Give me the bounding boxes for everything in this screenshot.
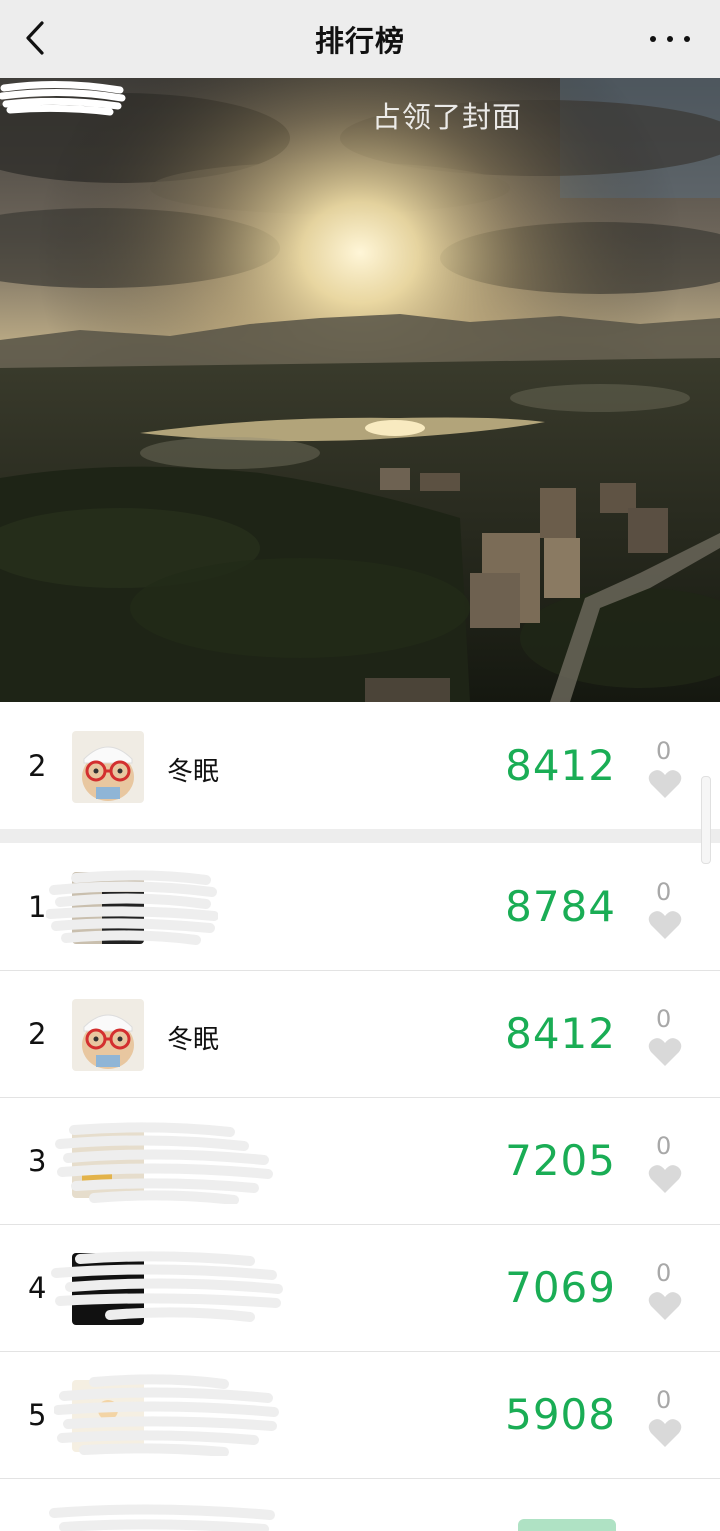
step-count: 7069 <box>505 1263 616 1312</box>
rank-number: 2 <box>28 1017 47 1051</box>
back-button[interactable] <box>22 20 52 56</box>
step-count-partial <box>518 1519 616 1531</box>
ranking-row-1[interactable]: 1 8784 0 <box>0 844 720 971</box>
like-count: 0 <box>656 878 672 906</box>
hamster-avatar-image <box>72 999 144 1071</box>
cover-caption: 占领了封面 <box>372 100 523 134</box>
like-count: 0 <box>656 737 672 765</box>
ranking-row-5[interactable]: 5 5908 0 <box>0 1352 720 1479</box>
redacted-scribble <box>49 1504 275 1531</box>
redacted-scribble <box>46 870 218 945</box>
section-separator <box>0 829 720 843</box>
sunset-landscape-image <box>0 78 720 702</box>
like-count: 0 <box>656 1386 672 1414</box>
rank-number: 1 <box>28 890 47 924</box>
scrollbar[interactable] <box>701 776 711 864</box>
redacted-scribble <box>51 1251 283 1322</box>
my-rank-row[interactable]: 2 冬眠 8412 0 <box>0 703 720 830</box>
user-name: 冬眠 <box>167 1025 220 1055</box>
avatar[interactable] <box>72 999 144 1071</box>
nav-bar: 排行榜 <box>0 0 720 78</box>
redacted-scribble <box>54 1374 279 1456</box>
step-count: 5908 <box>505 1390 616 1439</box>
rank-number: 4 <box>28 1271 47 1305</box>
heart-icon[interactable] <box>648 769 682 799</box>
ranking-row-4[interactable]: 4 7069 0 <box>0 1225 720 1352</box>
page-title: 排行榜 <box>314 24 405 58</box>
step-count: 8784 <box>505 882 616 931</box>
heart-icon[interactable] <box>648 910 682 940</box>
cover-image[interactable]: 占领了封面 <box>0 78 720 702</box>
avatar[interactable] <box>72 731 144 803</box>
ranking-row-2[interactable]: 2 冬眠 8412 0 <box>0 971 720 1098</box>
rank-number: 5 <box>28 1398 47 1432</box>
step-count: 8412 <box>505 1009 616 1058</box>
redacted-scribble <box>55 1122 273 1204</box>
rank-number: 2 <box>28 749 47 783</box>
user-name: 冬眠 <box>167 757 220 787</box>
ranking-row-partial[interactable] <box>0 1479 720 1531</box>
heart-icon[interactable] <box>648 1291 682 1321</box>
like-count: 0 <box>656 1005 672 1033</box>
heart-icon[interactable] <box>648 1418 682 1448</box>
step-count: 8412 <box>505 741 616 790</box>
more-dots-icon <box>650 36 656 42</box>
hamster-avatar-image <box>72 731 144 803</box>
chevron-left-icon <box>26 21 44 55</box>
heart-icon[interactable] <box>648 1164 682 1194</box>
cover-owner-redacted <box>0 80 126 116</box>
ranking-row-3[interactable]: 3 7205 0 <box>0 1098 720 1225</box>
like-count: 0 <box>656 1259 672 1287</box>
like-count: 0 <box>656 1132 672 1160</box>
step-count: 7205 <box>505 1136 616 1185</box>
heart-icon[interactable] <box>648 1037 682 1067</box>
rank-number: 3 <box>28 1144 47 1178</box>
more-button[interactable] <box>650 24 690 54</box>
